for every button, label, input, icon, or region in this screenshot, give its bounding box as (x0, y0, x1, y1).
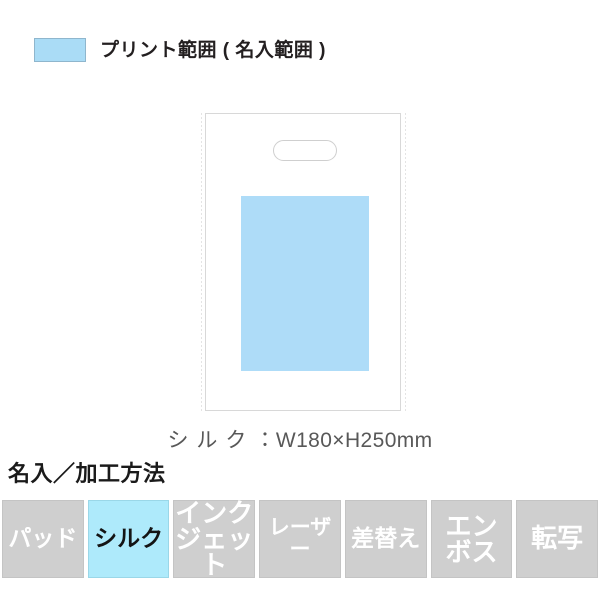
print-area-legend-label: プリント範囲 ( 名入範囲 ) (100, 39, 326, 61)
dimension-value: W180×H250mm (275, 429, 433, 452)
print-area-rect (241, 196, 369, 371)
method-label-transfer: 転写 (531, 523, 584, 554)
product-illustration (196, 104, 412, 420)
method-label-pad: パッド (8, 525, 78, 552)
method-label-silk: シルク (94, 525, 164, 552)
print-area-color-swatch (34, 38, 86, 62)
method-label-emboss: エン ボス (445, 511, 498, 567)
method-tile-transfer[interactable]: 転写 (516, 500, 599, 578)
method-list: パッド シルク インク ジェット レーザー 差替え エン ボス 転写 (2, 498, 599, 580)
method-tile-replacement[interactable]: 差替え (344, 500, 427, 578)
handle-hole (273, 140, 337, 161)
print-area-dimension: シルク：W180×H250mm (0, 424, 600, 454)
print-area-legend: プリント範囲 ( 名入範囲 ) (34, 36, 326, 64)
method-tile-inkjet[interactable]: インク ジェット (173, 498, 256, 580)
method-tile-emboss[interactable]: エン ボス (430, 500, 513, 578)
method-tile-laser[interactable]: レーザー (259, 500, 341, 578)
method-label-replacement: 差替え (351, 525, 421, 552)
dimension-method-name: シルク (167, 429, 255, 452)
dimension-separator: ： (254, 429, 276, 452)
method-label-inkjet: インク ジェット (175, 498, 254, 580)
method-label-laser: レーザー (268, 516, 332, 561)
method-section-heading: 名入／加工方法 (8, 461, 166, 486)
method-tile-pad[interactable]: パッド (2, 500, 84, 578)
method-tile-silk[interactable]: シルク (87, 500, 170, 578)
